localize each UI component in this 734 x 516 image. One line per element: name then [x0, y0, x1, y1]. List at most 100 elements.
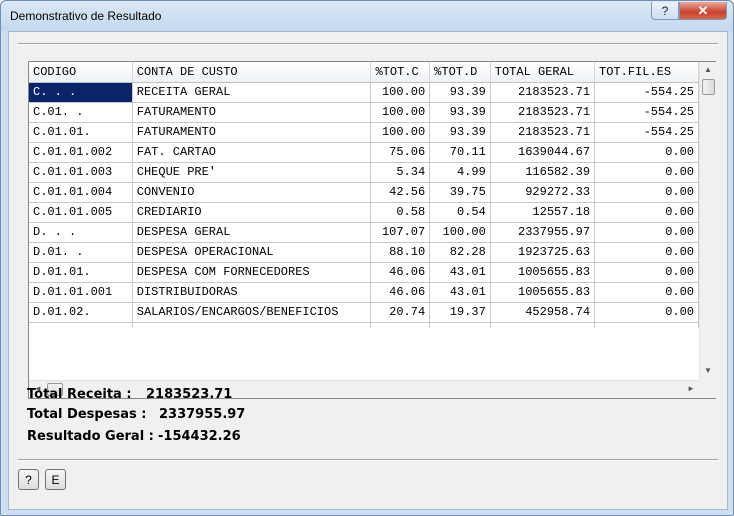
cell-pct-d[interactable]: 43.01 [429, 282, 491, 303]
table-row[interactable]: D.01. . DESPESA OPERACIONAL 88.10 82.28 … [29, 242, 699, 263]
cell-pct-d[interactable]: 93.39 [429, 102, 491, 123]
table-row[interactable]: C.01.01.003 CHEQUE PRE' 5.34 4.99 116582… [29, 162, 699, 183]
cell-codigo[interactable]: C.01.01. [29, 122, 133, 143]
cell-total-geral[interactable]: 929272.33 [490, 182, 596, 203]
cell-pct-d[interactable]: 0.54 [429, 202, 491, 223]
cell-pct-d[interactable]: 93.39 [429, 122, 491, 143]
cell-pct-d[interactable]: 19.37 [429, 302, 491, 323]
table-row[interactable]: D.01.02. SALARIOS/ENCARGOS/BENEFICIOS 20… [29, 302, 699, 323]
cell-codigo[interactable]: D.01.01.001 [29, 282, 133, 303]
scroll-up-icon[interactable]: ▲ [704, 65, 712, 74]
cell-pct-c[interactable]: 100.00 [370, 122, 431, 143]
table-row[interactable]: D.01.01.001 DISTRIBUIDORAS 46.06 43.01 1… [29, 282, 699, 303]
cell-conta[interactable]: DESPESA COM FORNECEDORES [132, 262, 372, 283]
cell-codigo[interactable]: C. . . [29, 82, 133, 103]
cell-tot-fil[interactable]: 0.00 [594, 142, 699, 163]
table-row[interactable]: C.01.01.002 FAT. CARTAO 75.06 70.11 1639… [29, 142, 699, 163]
cell-codigo[interactable]: D.01.02. [29, 302, 133, 323]
cell-total-geral[interactable]: 1005655.83 [490, 262, 596, 283]
column-header-pct-c[interactable]: %TOT.C [370, 62, 431, 83]
cell-tot-fil[interactable]: -554.25 [594, 122, 699, 143]
help-button[interactable]: ? [18, 469, 39, 490]
cell-codigo[interactable]: C.01. . [29, 102, 133, 123]
cell-pct-c[interactable]: 0.58 [370, 202, 431, 223]
column-header-codigo[interactable]: CODIGO [29, 62, 133, 83]
table-row[interactable]: D. . . DESPESA GERAL 107.07 100.00 23379… [29, 222, 699, 243]
cell-total-geral[interactable]: 452958.74 [490, 302, 596, 323]
cell-tot-fil[interactable]: -554.25 [594, 82, 699, 103]
cell-pct-c[interactable]: 100.00 [370, 82, 431, 103]
cell-pct-d[interactable]: 43.01 [429, 262, 491, 283]
cell-codigo[interactable]: D.01.01. [29, 262, 133, 283]
table-row[interactable]: C. . . RECEITA GERAL 100.00 93.39 218352… [29, 82, 699, 103]
title-help-button[interactable]: ? [651, 2, 679, 20]
cell-codigo[interactable]: D. . . [29, 222, 133, 243]
cell-tot-fil[interactable]: -554.25 [594, 102, 699, 123]
cell-pct-c[interactable]: 100.00 [370, 102, 431, 123]
close-button[interactable]: ✕ [679, 2, 727, 20]
results-grid[interactable]: CODIGO CONTA DE CUSTO %TOT.C %TOT.D TOTA… [28, 61, 716, 399]
cell-tot-fil[interactable]: 0.00 [594, 202, 699, 223]
cell-conta[interactable]: DESPESA GERAL [132, 222, 372, 243]
cell-pct-d[interactable]: 93.39 [429, 82, 491, 103]
cell-total-geral[interactable]: 2183523.71 [490, 102, 596, 123]
cell-pct-c[interactable]: 75.06 [370, 142, 431, 163]
cell-pct-d[interactable]: 4.99 [429, 162, 491, 183]
cell-codigo[interactable]: C.01.01.002 [29, 142, 133, 163]
column-header-tot-fil[interactable]: TOT.FIL.ES [594, 62, 699, 83]
cell-tot-fil[interactable]: 0.00 [594, 182, 699, 203]
cell-tot-fil[interactable]: 0.00 [594, 262, 699, 283]
cell-pct-d[interactable]: 100.00 [429, 222, 491, 243]
cell-conta[interactable]: CHEQUE PRE' [132, 162, 372, 183]
cell-conta[interactable]: FAT. CARTAO [132, 142, 372, 163]
table-row[interactable]: C.01.01.005 CREDIARIO 0.58 0.54 12557.18… [29, 202, 699, 223]
cell-tot-fil[interactable]: 0.00 [594, 242, 699, 263]
cell-tot-fil[interactable]: 0.00 [594, 222, 699, 243]
e-button[interactable]: E [45, 469, 66, 490]
cell-pct-c[interactable]: 46.06 [370, 262, 431, 283]
cell-pct-c[interactable]: 20.74 [370, 302, 431, 323]
cell-conta[interactable]: RECEITA GERAL [132, 82, 372, 103]
cell-total-geral[interactable]: 12557.18 [490, 202, 596, 223]
title-bar[interactable]: Demonstrativo de Resultado ? ✕ [1, 1, 733, 31]
cell-conta[interactable]: DESPESA OPERACIONAL [132, 242, 372, 263]
cell-total-geral[interactable]: 1005655.83 [490, 282, 596, 303]
cell-total-geral[interactable]: 2183523.71 [490, 82, 596, 103]
cell-total-geral[interactable]: 1923725.63 [490, 242, 596, 263]
cell-codigo[interactable]: D.01. . [29, 242, 133, 263]
cell-codigo[interactable]: C.01.01.003 [29, 162, 133, 183]
vertical-scrollbar[interactable]: ▲ ▼ [699, 62, 716, 380]
cell-pct-c[interactable]: 88.10 [370, 242, 431, 263]
cell-conta[interactable]: FATURAMENTO [132, 122, 372, 143]
cell-conta[interactable]: DISTRIBUIDORAS [132, 282, 372, 303]
cell-codigo[interactable]: C.01.01.005 [29, 202, 133, 223]
cell-tot-fil[interactable]: 0.00 [594, 302, 699, 323]
cell-conta[interactable]: FATURAMENTO [132, 102, 372, 123]
cell-pct-c[interactable]: 107.07 [370, 222, 431, 243]
cell-total-geral[interactable]: 2337955.97 [490, 222, 596, 243]
cell-pct-c[interactable]: 5.34 [370, 162, 431, 183]
cell-pct-c[interactable]: 46.06 [370, 282, 431, 303]
cell-total-geral[interactable]: 2183523.71 [490, 122, 596, 143]
cell-total-geral[interactable]: 1639044.67 [490, 142, 596, 163]
column-header-pct-d[interactable]: %TOT.D [429, 62, 491, 83]
table-row[interactable]: C.01. . FATURAMENTO 100.00 93.39 2183523… [29, 102, 699, 123]
cell-conta[interactable]: CREDIARIO [132, 202, 372, 223]
cell-pct-c[interactable]: 42.56 [370, 182, 431, 203]
column-header-total-geral[interactable]: TOTAL GERAL [490, 62, 596, 83]
vertical-scroll-thumb[interactable] [702, 79, 715, 95]
table-row[interactable]: C.01.01. FATURAMENTO 100.00 93.39 218352… [29, 122, 699, 143]
cell-conta[interactable]: CONVENIO [132, 182, 372, 203]
column-header-conta[interactable]: CONTA DE CUSTO [132, 62, 372, 83]
table-row[interactable]: D.01.01. DESPESA COM FORNECEDORES 46.06 … [29, 262, 699, 283]
scroll-right-icon[interactable]: ► [687, 384, 695, 393]
cell-tot-fil[interactable]: 0.00 [594, 162, 699, 183]
table-row[interactable]: C.01.01.004 CONVENIO 42.56 39.75 929272.… [29, 182, 699, 203]
scroll-down-icon[interactable]: ▼ [704, 366, 712, 375]
cell-tot-fil[interactable]: 0.00 [594, 282, 699, 303]
cell-pct-d[interactable]: 82.28 [429, 242, 491, 263]
cell-total-geral[interactable]: 116582.39 [490, 162, 596, 183]
cell-pct-d[interactable]: 39.75 [429, 182, 491, 203]
cell-pct-d[interactable]: 70.11 [429, 142, 491, 163]
cell-codigo[interactable]: C.01.01.004 [29, 182, 133, 203]
